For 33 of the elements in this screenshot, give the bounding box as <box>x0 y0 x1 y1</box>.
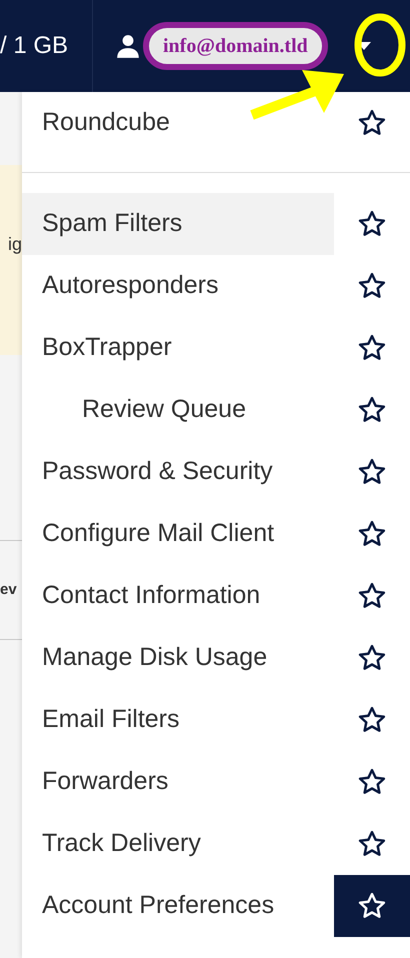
star-icon <box>357 457 387 487</box>
star-icon <box>357 705 387 735</box>
notice-text: ig <box>8 233 22 256</box>
star-icon <box>357 519 387 549</box>
highlight-ring <box>354 14 406 76</box>
menu-item[interactable]: Account Preferences <box>22 875 334 937</box>
star-icon <box>357 767 387 797</box>
menu-item[interactable]: Autoresponders <box>22 255 334 317</box>
star-icon <box>357 108 387 138</box>
menu-item[interactable]: Configure Mail Client <box>22 503 334 565</box>
star-icon <box>357 395 387 425</box>
star-icon <box>357 271 387 301</box>
star-icon <box>357 209 387 239</box>
menu-item[interactable]: Track Delivery <box>22 813 334 875</box>
account-button[interactable]: info@domain.tld <box>143 22 328 70</box>
menu-item[interactable]: Roundcube <box>22 92 334 154</box>
section-heading: ev <box>0 580 17 600</box>
menu-item[interactable]: Forwarders <box>22 751 334 813</box>
star-icon <box>357 643 387 673</box>
menu-item[interactable]: BoxTrapper <box>22 317 334 379</box>
star-icon <box>357 333 387 363</box>
user-icon <box>115 33 141 59</box>
star-icon <box>357 891 387 921</box>
star-icon <box>357 829 387 859</box>
star-icon <box>357 581 387 611</box>
menu-item[interactable]: Password & Security <box>22 441 334 503</box>
menu-item[interactable]: Contact Information <box>22 565 334 627</box>
menu-item[interactable]: Review Queue <box>22 379 334 441</box>
star-button[interactable] <box>334 875 410 937</box>
menu-item[interactable]: Spam Filters <box>22 193 334 255</box>
quota-text: / 1 GB <box>0 31 68 61</box>
menu-item[interactable]: Email Filters <box>22 689 334 751</box>
menu-item[interactable]: Manage Disk Usage <box>22 627 334 689</box>
